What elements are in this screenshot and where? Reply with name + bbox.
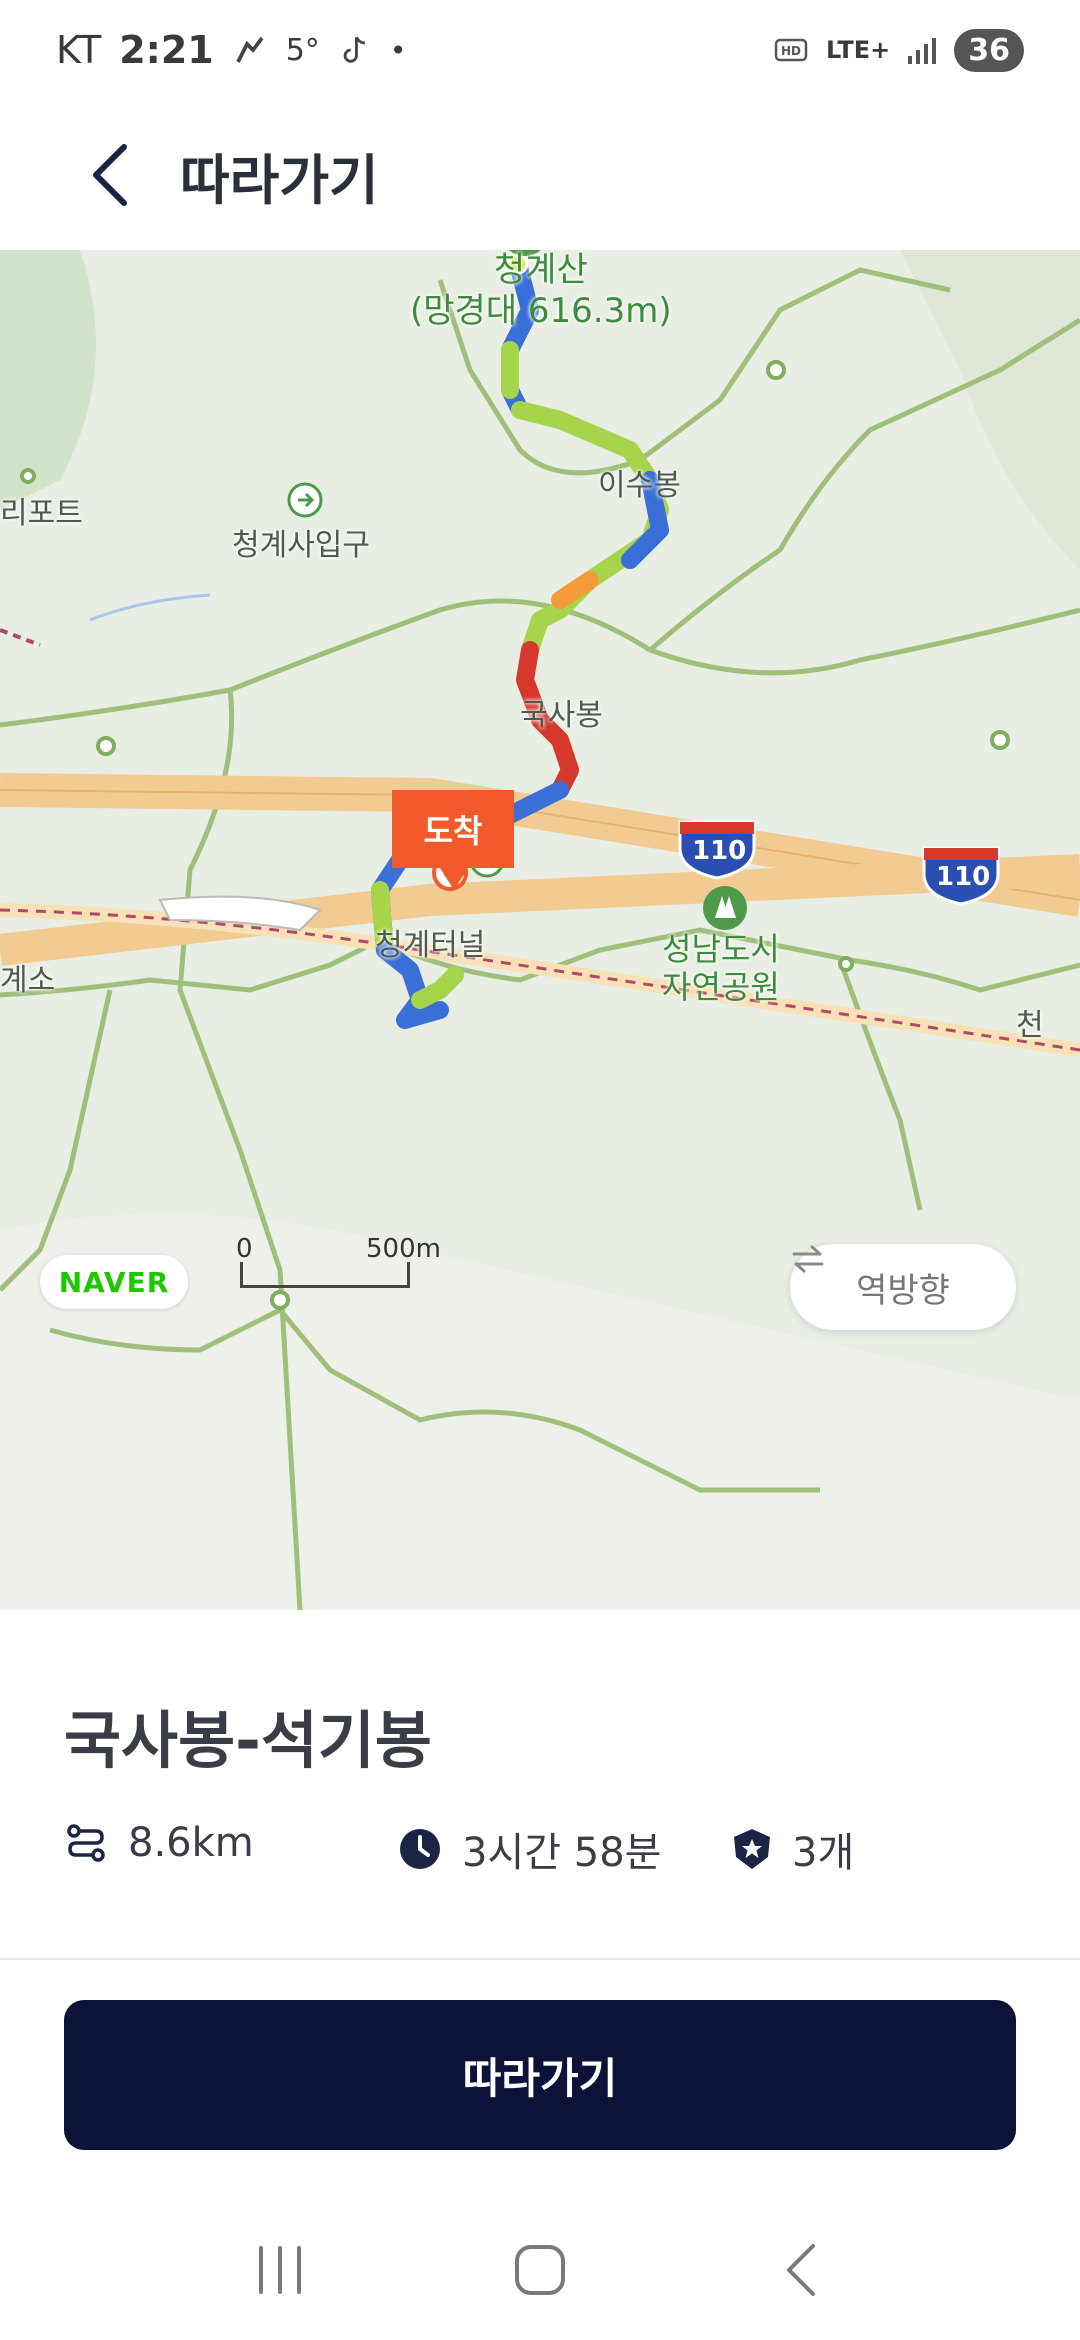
- route-icon: [67, 1824, 105, 1862]
- page-title: 따라가기: [180, 148, 379, 212]
- isubong-label: 이수봉: [598, 468, 681, 503]
- back-arrow-icon: [787, 2244, 815, 2296]
- chevron-left-icon: [93, 144, 127, 206]
- distance-stat: 8.6km: [64, 1820, 254, 1866]
- home-icon: [515, 2245, 565, 2295]
- card-divider: [0, 1958, 1080, 1960]
- home-button[interactable]: [490, 2220, 590, 2320]
- status-left: KT 2:21 5° •: [56, 28, 406, 72]
- system-nav-bar: [0, 2200, 1080, 2340]
- arrival-tag: 도착: [392, 790, 514, 890]
- badge-star-icon: [734, 1829, 770, 1869]
- hd-voice-icon: HD: [774, 38, 808, 62]
- duration-value: 3시간 58분: [462, 1830, 662, 1876]
- scale-distance-label: 500m: [366, 1234, 441, 1264]
- dot-icon: •: [389, 33, 407, 67]
- course-stats: 8.6km 3시간 58분 3개: [64, 1820, 1024, 1880]
- status-right: HD LTE+ 36: [774, 28, 1024, 72]
- scale-zero-label: 0: [236, 1234, 253, 1264]
- peak-altitude: (망경대 616.3m): [410, 290, 672, 331]
- follow-button[interactable]: 따라가기: [64, 2000, 1016, 2150]
- network-type: LTE+: [826, 36, 891, 64]
- tiktok-icon: [343, 36, 365, 63]
- hiking-icon: [236, 36, 264, 63]
- peak-label: 청계산 (망경대 616.3m): [410, 250, 672, 332]
- recent-apps-icon: [259, 2246, 301, 2294]
- highway-number-2: 110: [936, 862, 991, 892]
- clock-time: 2:21: [119, 28, 214, 72]
- temperature-label: 5°: [285, 32, 320, 68]
- back-button[interactable]: [60, 125, 160, 225]
- checkpoint-stat: 3개: [732, 1820, 854, 1878]
- recent-apps-button[interactable]: [230, 2220, 330, 2320]
- toll-label: 계소: [0, 963, 56, 998]
- edge-place-label: 천: [1016, 1008, 1044, 1043]
- resort-label: 리포트: [0, 496, 83, 531]
- naver-logo: NAVER: [40, 1255, 188, 1309]
- tunnel-label: 청계터널: [375, 928, 486, 963]
- cheonggyesa-label: 청계사입구: [232, 528, 370, 563]
- battery-indicator: 36: [954, 28, 1024, 72]
- swap-arrows-icon: [792, 1245, 824, 1273]
- guksabong-label: 국사봉: [520, 698, 603, 733]
- reverse-direction-button[interactable]: 역방향: [790, 1244, 1016, 1330]
- carrier-label: KT: [56, 28, 102, 72]
- park-label-line2: 자연공원: [662, 968, 780, 1006]
- system-back-button[interactable]: [750, 2220, 850, 2320]
- duration-stat: 3시간 58분: [398, 1820, 661, 1878]
- svg-text:HD: HD: [781, 44, 801, 58]
- peak-name: 청계산: [493, 250, 588, 290]
- course-info-card: 국사봉-석기봉 8.6km 3시간 58분 3개: [0, 1610, 1080, 1960]
- highway-number-1: 110: [692, 836, 747, 866]
- app-header: 따라가기: [0, 100, 1080, 250]
- clock-icon: [400, 1829, 440, 1869]
- status-bar: KT 2:21 5° • HD LTE+ 36: [0, 0, 1080, 100]
- map-scale-bar: [240, 1262, 410, 1288]
- distance-value: 8.6km: [128, 1820, 254, 1866]
- map-canvas: [0, 250, 1080, 1610]
- checkpoint-value: 3개: [792, 1830, 855, 1876]
- course-name: 국사봉-석기봉: [64, 1704, 432, 1777]
- signal-icon: [908, 38, 937, 64]
- reverse-direction-label: 역방향: [856, 1270, 950, 1311]
- route-map[interactable]: 청계산 (망경대 616.3m) 리포트 청계사입구 이수봉 국사봉 청계터널 …: [0, 250, 1080, 1610]
